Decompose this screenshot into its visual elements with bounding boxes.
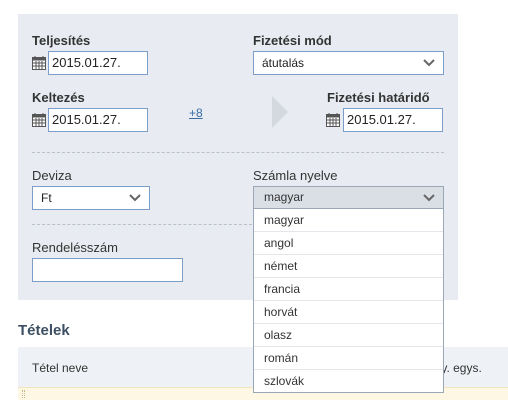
language-option-roman[interactable]: román [254, 347, 443, 370]
plus-days-link[interactable]: +8 [189, 106, 203, 120]
rendeles-input[interactable] [32, 258, 183, 282]
chevron-down-icon [423, 194, 435, 202]
calendar-icon[interactable] [326, 113, 340, 127]
chevron-down-icon [423, 59, 435, 67]
nyelv-label: Számla nyelve [253, 168, 338, 183]
language-option-magyar[interactable]: magyar [254, 209, 443, 232]
calendar-icon[interactable] [32, 113, 46, 127]
language-option-szlovak[interactable]: szlovák [254, 370, 443, 393]
language-option-nemet[interactable]: német [254, 255, 443, 278]
deviza-select[interactable]: Ft [32, 186, 150, 210]
nyelv-select[interactable]: magyar [253, 186, 444, 209]
fizetesi-mod-value: átutalás [262, 56, 305, 70]
language-dropdown-list: magyar angol német francia horvát olasz … [253, 209, 444, 393]
language-option-francia[interactable]: francia [254, 278, 443, 301]
divider [32, 224, 252, 225]
chevron-down-icon [129, 194, 141, 202]
drag-handle-icon[interactable] [22, 390, 25, 398]
rendeles-label: Rendelésszám [32, 240, 118, 255]
calendar-icon[interactable] [32, 56, 46, 70]
hatarido-label: Fizetési határidő [327, 90, 430, 105]
items-section-title: Tételek [18, 322, 70, 339]
fizetesi-mod-label: Fizetési mód [253, 33, 332, 48]
keltezes-date-field[interactable]: 2015.01.27. [48, 108, 148, 132]
teljesites-date-field[interactable]: 2015.01.27. [48, 51, 148, 75]
divider [32, 152, 444, 153]
nyelv-value: magyar [264, 190, 305, 204]
hatarido-date-field[interactable]: 2015.01.27. [343, 108, 443, 132]
deviza-value: Ft [41, 191, 52, 205]
language-option-olasz[interactable]: olasz [254, 324, 443, 347]
col-item-name: Tétel neve [32, 361, 89, 375]
deviza-label: Deviza [32, 168, 72, 183]
language-option-angol[interactable]: angol [254, 232, 443, 255]
teljesites-label: Teljesítés [32, 33, 91, 48]
keltezes-label: Keltezés [32, 90, 85, 105]
language-option-horvat[interactable]: horvát [254, 301, 443, 324]
arrow-right-icon [272, 96, 288, 128]
fizetesi-mod-select[interactable]: átutalás [253, 51, 444, 75]
